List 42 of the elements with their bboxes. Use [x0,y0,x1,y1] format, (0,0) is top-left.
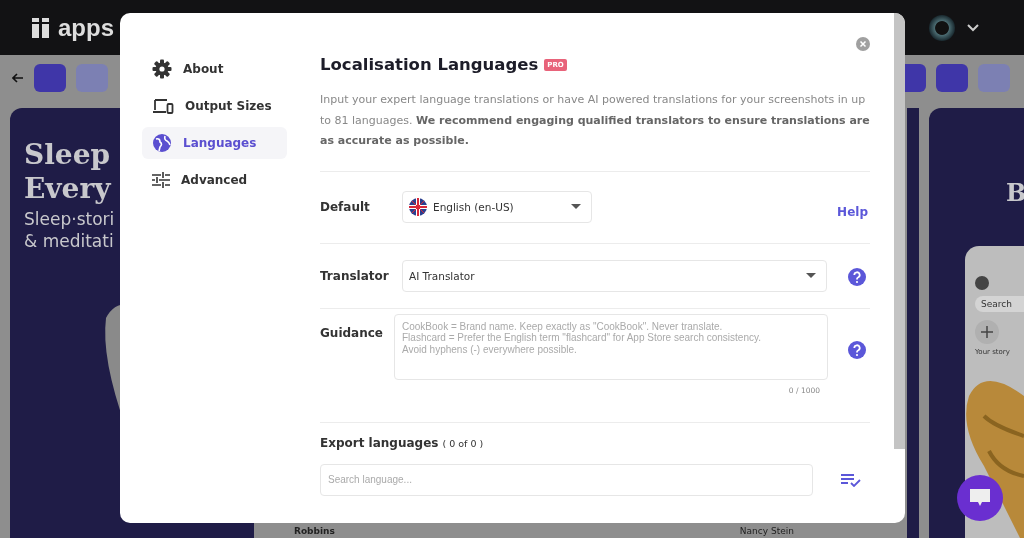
sliders-icon [152,172,170,188]
nav-item[interactable]: Advanced [142,164,287,196]
language-search-field[interactable]: Search language... [320,463,813,496]
avatar [975,276,989,290]
field-label: Default [320,200,371,214]
settings-icon [152,59,172,79]
nav-item[interactable]: Languages [142,127,287,159]
logo-icon [32,17,50,38]
language-count: ( 0 of 0 ) [442,437,484,449]
toolbar-button[interactable] [936,63,968,92]
uk-flag-icon [409,198,427,216]
scrollbar[interactable] [894,13,905,449]
language-dropdown[interactable]: English (en-US) [402,191,592,223]
app-logo: apps [58,13,114,42]
help-icon[interactable] [848,267,866,286]
dialog-title: Localisation Languages [320,55,539,74]
toolbar-button[interactable] [34,63,66,92]
help-link[interactable]: Help [837,205,868,219]
add-story-icon [975,320,999,344]
name-label: Nancy Stein [739,526,794,536]
card-headline: Sleep Every [24,138,111,206]
close-icon[interactable] [856,37,870,51]
back-arrow-icon[interactable] [12,72,24,83]
card-subtitle: Sleep·stori & meditati [24,208,115,252]
select-all-icon[interactable] [841,472,861,487]
translator-dropdown[interactable]: AI Translator [402,259,827,292]
caret-icon [806,272,816,279]
field-label: Translator [320,268,390,283]
field-label: Guidance [320,325,384,340]
chat-bubble-icon [968,488,992,508]
help-icon[interactable] [848,340,866,359]
caret-icon [571,204,581,210]
globe-icon [152,133,172,153]
nav-item[interactable]: Output Sizes [142,90,287,122]
description: Input your expert language translations or have AI powered translations for your screenshots in up to 81 languages. We recommend engaging qualified translators to ensure translations are as accurate as possible. [320,90,870,172]
devices-icon [152,97,174,115]
name-label: Robbins [294,526,335,536]
caret-icon[interactable] [967,23,979,32]
section-label: Export languages [320,435,439,450]
nav-item[interactable]: About [142,53,287,85]
guidance-field[interactable]: CookBook = Brand name. Keep exactly as "CookBook". Never translate. Flashcard = Prefer the English term "flashcard" for App Store search consistency. Avoid hyphens (-) everywhere possible. [394,313,828,380]
avatar[interactable] [929,14,955,41]
